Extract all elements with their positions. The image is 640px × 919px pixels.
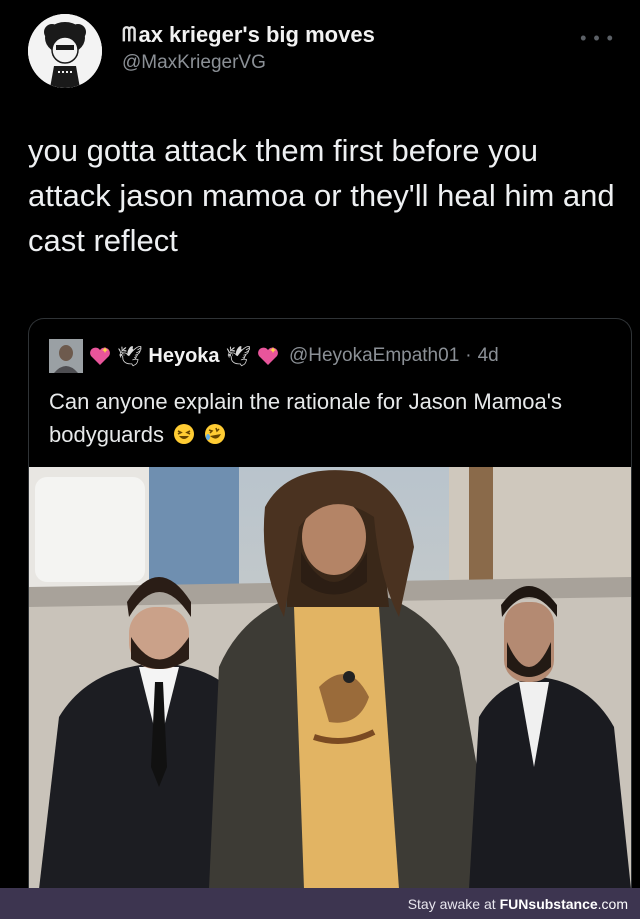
watermark-footer: Stay awake at FUN substance .com: [0, 888, 640, 919]
quoted-tweet-header: 🕊 Heyoka 🕊 @HeyokaEmpath01 · 4d: [49, 339, 499, 373]
photo-jason-momoa-with-bodyguards: [29, 467, 631, 889]
quoted-timestamp[interactable]: 4d: [478, 345, 499, 367]
quoted-separator: ·: [465, 345, 472, 366]
rolling-laughing-face-icon: [204, 421, 226, 444]
laughing-face-icon: [173, 421, 195, 444]
quoted-tweet-text-block: Can anyone explain the rationale for Jas…: [49, 385, 609, 451]
quoted-tweet[interactable]: 🕊 Heyoka 🕊 @HeyokaEmpath01 · 4d Can anyo…: [28, 318, 632, 889]
quoted-author-handle[interactable]: @HeyokaEmpath01: [289, 345, 459, 367]
quoted-avatar-photo: [49, 339, 83, 373]
more-icon[interactable]: • • •: [580, 28, 614, 49]
author-handle[interactable]: @MaxKriegerVG: [122, 52, 266, 74]
author-display-name[interactable]: ax krieger's big moves: [138, 22, 374, 48]
author-name-row[interactable]: ᗰ ax krieger's big moves: [122, 22, 375, 48]
tweet-text: you gotta attack them first before you a…: [28, 133, 615, 258]
quoted-author-name[interactable]: Heyoka: [148, 345, 219, 368]
sparkling-heart-icon: [90, 347, 110, 365]
dove-icon: 🕊: [225, 345, 251, 368]
name-logo-mark: ᗰ: [122, 23, 137, 46]
footer-brand-substance[interactable]: substance: [528, 896, 597, 912]
quoted-tweet-photo[interactable]: [29, 467, 631, 889]
quoted-author-avatar[interactable]: [49, 339, 83, 373]
author-avatar[interactable]: [28, 14, 102, 88]
tweet: ᗰ ax krieger's big moves @MaxKriegerVG •…: [0, 0, 640, 889]
footer-tagline: Stay awake at: [407, 895, 496, 912]
sparkling-heart-icon: [258, 347, 278, 365]
dove-icon: 🕊: [117, 345, 143, 368]
avatar-illustration: [28, 14, 102, 88]
footer-brand-domain[interactable]: .com: [598, 896, 628, 912]
quoted-tweet-text: Can anyone explain the rationale for Jas…: [49, 389, 562, 447]
footer-brand-fun[interactable]: FUN: [500, 896, 529, 912]
